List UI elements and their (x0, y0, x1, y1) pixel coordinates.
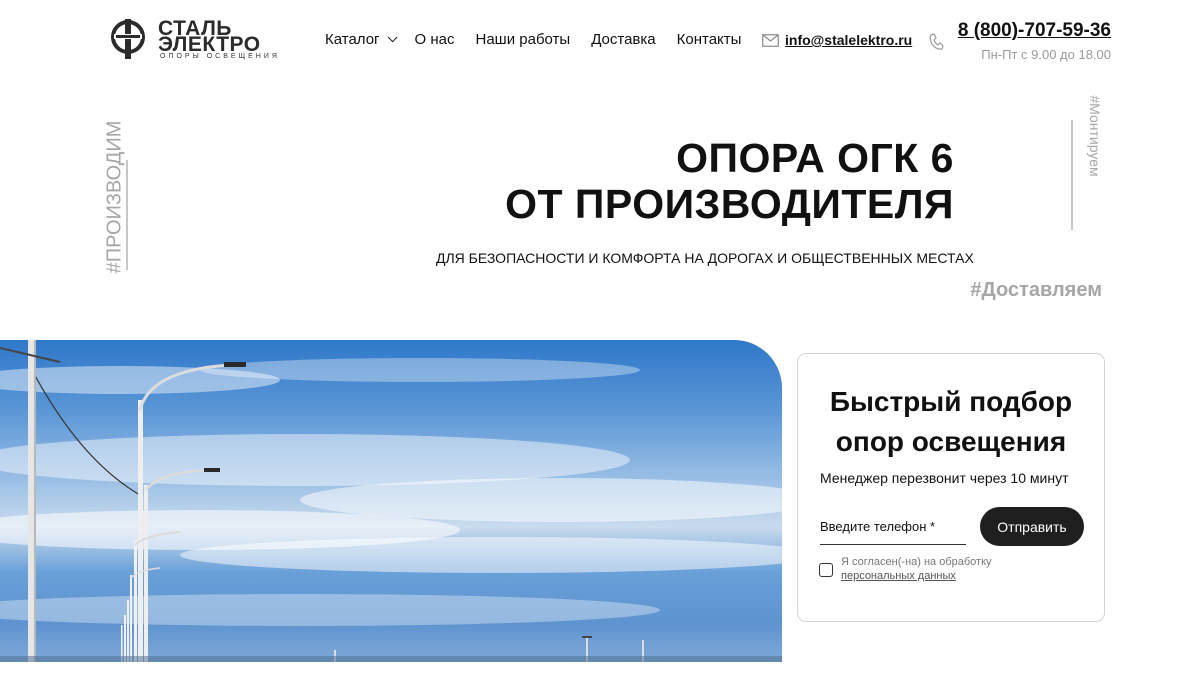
hero-title: ОПОРА ОГК 6 ОТ ПРОИЗВОДИТЕЛЯ (505, 135, 954, 227)
consent-text: Я согласен(-на) на обработку персональны… (841, 555, 992, 583)
tag-install-label: #Монтируем (1087, 95, 1103, 177)
logo-tagline: ОПОРЫ ОСВЕЩЕНИЯ (160, 53, 280, 60)
nav-item-contacts[interactable]: Контакты (677, 31, 742, 48)
form-title-line1: Быстрый подбор (829, 386, 1073, 417)
nav-item-catalog[interactable]: Каталог (325, 31, 398, 48)
work-hours: Пн-Пт с 9.00 до 18.00 (981, 47, 1111, 62)
nav-item-delivery[interactable]: Доставка (591, 31, 655, 48)
logo[interactable]: СТАЛЬ ЭЛЕКТРО ОПОРЫ ОСВЕЩЕНИЯ (108, 17, 290, 63)
hero-photo (0, 340, 782, 662)
phone-link[interactable]: 8 (800)-707-59-36 (958, 20, 1111, 42)
form-subtitle: Менеджер перезвонит через 10 минут (820, 470, 1069, 486)
tag-deliver: #Доставляем (970, 279, 1102, 301)
form-title-line2: опор освещения (835, 426, 1067, 457)
phone-icon (929, 33, 944, 50)
form-title: Быстрый подбор опор освещения (798, 382, 1104, 462)
divider (126, 160, 128, 270)
consent-label: Я согласен(-на) на обработку (841, 556, 992, 568)
submit-button[interactable]: Отправить (980, 507, 1084, 546)
email-link[interactable]: info@stalelektro.ru (785, 32, 912, 48)
nav-item-works[interactable]: Наши работы (476, 31, 571, 48)
street-lights-illustration (0, 340, 782, 662)
email-contact: info@stalelektro.ru (762, 32, 912, 48)
nav-item-label: Каталог (325, 31, 380, 48)
chevron-down-icon (387, 32, 398, 43)
consent-row: Я согласен(-на) на обработку персональны… (819, 555, 992, 583)
tag-produce-label: #ПРОИЗВОДИМ (103, 120, 126, 274)
hero-title-line2: ОТ ПРОИЗВОДИТЕЛЯ (505, 181, 954, 227)
tag-install: #Монтируем (1080, 95, 1110, 177)
hero-title-line1: ОПОРА ОГК 6 (676, 135, 954, 181)
main-nav: Каталог О нас Наши работы Доставка Конта… (325, 31, 762, 48)
hero-subtitle: ДЛЯ БЕЗОПАСНОСТИ И КОМФОРТА НА ДОРОГАХ И… (436, 250, 974, 266)
logo-mark-icon (111, 19, 145, 59)
mail-icon (762, 33, 779, 47)
nav-item-about[interactable]: О нас (415, 31, 455, 48)
quick-selection-form: Быстрый подбор опор освещения Менеджер п… (797, 353, 1105, 622)
divider (1071, 120, 1073, 230)
privacy-link[interactable]: персональных данных (841, 569, 992, 583)
consent-checkbox[interactable] (819, 563, 833, 577)
phone-field[interactable] (820, 509, 966, 545)
